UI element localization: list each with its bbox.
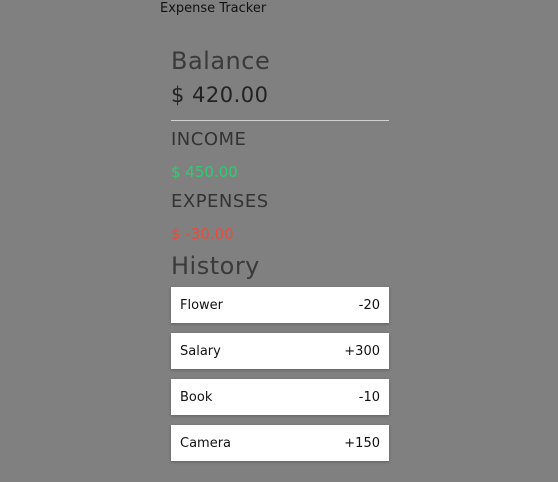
history-list: Flower -20 Salary +300 Book -10 Camera +… xyxy=(171,287,389,461)
history-item[interactable]: Salary +300 xyxy=(171,333,389,369)
history-title: History xyxy=(171,252,260,280)
balance-label: Balance xyxy=(171,47,271,75)
history-item-amount: -20 xyxy=(358,297,380,313)
expenses-label: EXPENSES xyxy=(171,191,269,212)
history-item-amount: +300 xyxy=(344,343,380,359)
income-label: INCOME xyxy=(171,129,247,150)
balance-value: $ 420.00 xyxy=(171,83,269,107)
history-item-name: Salary xyxy=(180,343,221,359)
divider xyxy=(171,120,389,121)
history-item-name: Camera xyxy=(180,435,232,451)
history-item-amount: -10 xyxy=(358,389,380,405)
history-item-name: Book xyxy=(180,389,213,405)
app-title: Expense Tracker xyxy=(160,1,267,16)
income-value: $ 450.00 xyxy=(171,163,238,181)
history-item[interactable]: Book -10 xyxy=(171,379,389,415)
expenses-value: $ -30.00 xyxy=(171,225,234,243)
history-item[interactable]: Camera +150 xyxy=(171,425,389,461)
history-item[interactable]: Flower -20 xyxy=(171,287,389,323)
history-item-name: Flower xyxy=(180,297,224,313)
history-item-amount: +150 xyxy=(344,435,380,451)
expense-panel: Balance $ 420.00 INCOME $ 450.00 EXPENSE… xyxy=(171,40,389,471)
